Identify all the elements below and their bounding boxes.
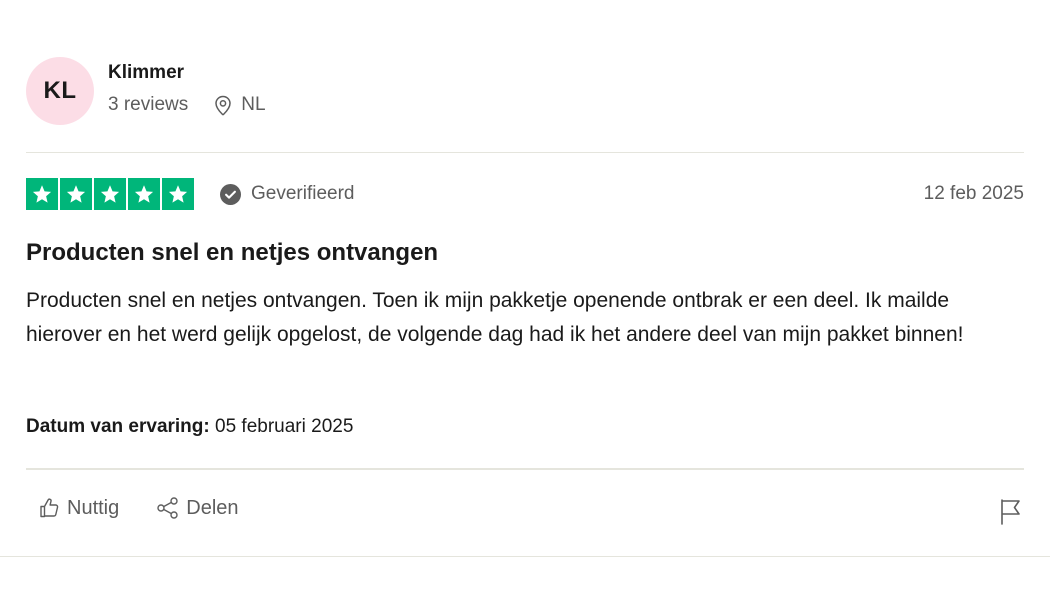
verified-badge[interactable]: Geverifieerd xyxy=(220,183,355,205)
reviewer-location: NL xyxy=(214,94,266,116)
rating-row: Geverifieerd 12 feb 2025 xyxy=(26,178,1024,210)
experience-value: 05 februari 2025 xyxy=(215,416,354,437)
verified-label: Geverifieerd xyxy=(251,183,355,204)
review-body: Producten snel en netjes ontvangen. Toen… xyxy=(26,289,964,346)
header-divider xyxy=(26,152,1024,153)
reviewer-meta: 3 reviews NL xyxy=(108,94,266,116)
footer-divider xyxy=(26,468,1024,470)
thumbs-up-icon xyxy=(40,498,59,518)
report-button[interactable] xyxy=(998,498,1024,531)
star-rating xyxy=(26,178,194,210)
experience-date: Datum van ervaring: 05 februari 2025 xyxy=(26,416,353,438)
star-icon xyxy=(128,178,160,210)
reviews-count: 3 reviews xyxy=(108,94,189,115)
flag-icon xyxy=(1001,499,1020,525)
check-circle-icon xyxy=(220,183,241,205)
useful-label: Nuttig xyxy=(67,496,120,519)
avatar[interactable]: KL xyxy=(26,57,94,125)
review-date: 12 feb 2025 xyxy=(923,183,1024,204)
share-label: Delen xyxy=(186,496,239,519)
avatar-initials: KL xyxy=(43,77,77,104)
useful-button[interactable]: Nuttig xyxy=(38,496,119,520)
experience-label: Datum van ervaring: xyxy=(26,416,210,437)
reviewer-header: KL Klimmer 3 reviews NL xyxy=(26,57,266,125)
reviewer-country: NL xyxy=(241,94,266,115)
star-icon xyxy=(162,178,194,210)
star-icon xyxy=(60,178,92,210)
star-icon xyxy=(26,178,58,210)
star-icon xyxy=(94,178,126,210)
review-title[interactable]: Producten snel en netjes ontvangen xyxy=(26,238,438,268)
review-card: KL Klimmer 3 reviews NL Geverifieerd 12 … xyxy=(0,0,1050,557)
reviewer-name[interactable]: Klimmer xyxy=(108,62,266,84)
share-button[interactable]: Delen xyxy=(155,496,239,520)
share-icon xyxy=(157,497,178,519)
review-actions: Nuttig Delen xyxy=(38,496,239,520)
reviewer-info: Klimmer 3 reviews NL xyxy=(108,62,266,116)
location-pin-icon xyxy=(215,95,232,115)
